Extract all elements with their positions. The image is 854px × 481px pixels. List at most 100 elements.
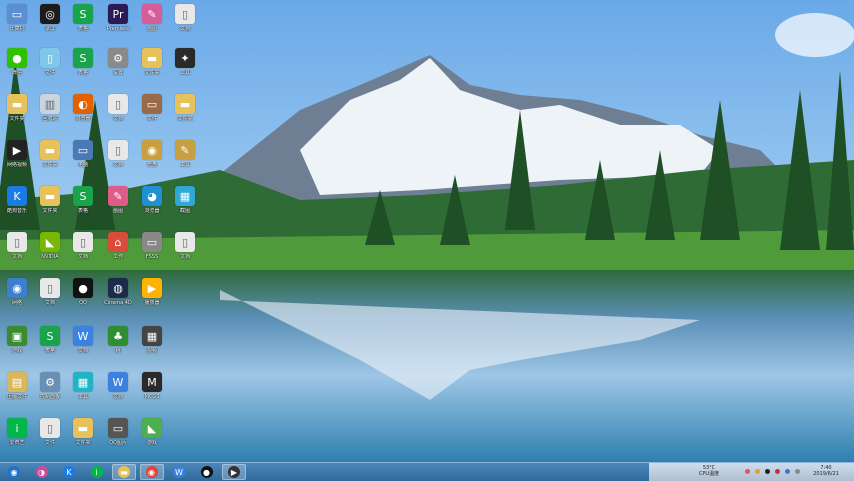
desktop-icon[interactable]: ● 微信 — [0, 48, 34, 76]
desktop-icon[interactable]: ● QQ — [66, 278, 100, 306]
desktop-icon[interactable]: ✦ 工具 — [168, 48, 202, 76]
cinema4d-icon: ◍ — [108, 278, 128, 298]
desktop-icon[interactable]: ◕ 浏览器 — [135, 186, 169, 214]
premiere-icon: Pr — [108, 4, 128, 24]
desktop-icon[interactable]: ◉ 光盘 — [135, 140, 169, 168]
browser-icon: ◕ — [142, 186, 162, 206]
desktop-icon-label: 文件夹 — [144, 70, 160, 76]
desktop-icon[interactable]: ▬ 文件夹 — [0, 94, 34, 122]
folder-icon: ▬ — [142, 48, 162, 68]
settings-icon: ⚙ — [108, 48, 128, 68]
desktop-icon[interactable]: ▥ 回收站 — [33, 94, 67, 122]
desktop-icon[interactable]: ▦ 视频 — [135, 326, 169, 354]
desktop-icon-label: 微信 — [11, 70, 22, 76]
recorder-button[interactable]: ▶ — [222, 464, 246, 480]
document-icon: ▯ — [73, 232, 93, 252]
desktop-icon-label: 文件夹 — [42, 208, 58, 214]
folder-icon: ▬ — [7, 94, 27, 114]
desktop-icon[interactable]: ✎ 工具 — [168, 140, 202, 168]
desktop-icon[interactable]: ▶ 播放器 — [135, 278, 169, 306]
desktop-icon[interactable]: ▣ 游戏 — [0, 326, 34, 354]
tray-status-icon[interactable] — [775, 469, 780, 474]
desktop-icon[interactable]: ▭ 文件 — [135, 94, 169, 122]
desktop-icon-label: 控制面板 — [39, 394, 60, 400]
start-button[interactable]: ◉ — [2, 464, 26, 480]
player-icon: ▶ — [142, 278, 162, 298]
iqiyi-button[interactable]: i — [85, 464, 109, 480]
desktop-icon-label: 视频 — [146, 348, 157, 354]
desktop-icon-label: 文档 — [11, 254, 22, 260]
desktop-icon[interactable]: ▬ 文件夹 — [33, 186, 67, 214]
tray-status-icon[interactable] — [765, 469, 770, 474]
chrome-button[interactable]: ◉ — [139, 464, 164, 480]
desktop-icon[interactable]: ▯ 文件 — [33, 48, 67, 76]
desktop-icon[interactable]: ▬ 文件夹 — [66, 418, 100, 446]
desktop-icon-label: 表格 — [77, 70, 88, 76]
desktop-icon[interactable]: ◐ 浏览器 — [66, 94, 100, 122]
desktop-icon[interactable]: ◉ 网络 — [0, 278, 34, 306]
desktop-icon[interactable]: W 文档 — [66, 326, 100, 354]
desktop-icon[interactable]: S 表格 — [66, 48, 100, 76]
desktop-icon[interactable]: ▯ 文档 — [168, 232, 202, 260]
desktop-icon-label: 回收站 — [42, 116, 58, 122]
desktop-icon[interactable]: ▯ 文档 — [168, 4, 202, 32]
desktop-icon[interactable]: ▬ 文件夹 — [135, 48, 169, 76]
desktop-icon[interactable]: i 爱奇艺 — [0, 418, 34, 446]
desktop-icon[interactable]: ▯ 文档 — [101, 94, 135, 122]
folder-icon: ▬ — [175, 94, 195, 114]
desktop-icon[interactable]: ◣ 游戏 — [135, 418, 169, 446]
tray-status-icon[interactable] — [755, 469, 760, 474]
desktop-icon[interactable]: S 表格 — [66, 4, 100, 32]
desktop-icon[interactable]: ♣ 树 — [101, 326, 135, 354]
desktop-icon[interactable]: ▭ FSSS — [135, 232, 169, 260]
browser-button[interactable]: ◑ — [30, 464, 54, 480]
desktop-icon[interactable]: ⚙ 控制面板 — [33, 372, 67, 400]
desktop-icon-label: 工作 — [112, 254, 123, 260]
desktop-icon[interactable]: K 酷狗音乐 — [0, 186, 34, 214]
desktop-icon[interactable]: ▦ 工具 — [66, 372, 100, 400]
desktop-icon[interactable]: ▯ 文档 — [66, 232, 100, 260]
desktop-icon[interactable]: Pr Premiere — [101, 4, 135, 32]
tray-status-icon[interactable] — [785, 469, 790, 474]
desktop-icon[interactable]: ▬ 文件夹 — [168, 94, 202, 122]
desktop-icon[interactable]: S 表格 — [66, 186, 100, 214]
desktop-icon[interactable]: ◍ Cinema 4D — [101, 278, 135, 306]
desktop-icon[interactable]: ▭ QQ图片 — [101, 418, 135, 446]
desktop-icon[interactable]: ✎ 画图 — [101, 186, 135, 214]
desktop-icon[interactable]: ▯ 文档 — [33, 278, 67, 306]
tray-status-icon[interactable] — [795, 469, 800, 474]
desktop-icon[interactable]: M MCGS — [135, 372, 169, 400]
desktop-icon[interactable]: ▬ 文件夹 — [33, 140, 67, 168]
desktop-icon[interactable]: ✎ 画图 — [135, 4, 169, 32]
recorder-icon: ◎ — [40, 4, 60, 24]
paint-icon: ✎ — [108, 186, 128, 206]
desktop-icon[interactable]: ▯ 文档 — [0, 232, 34, 260]
desktop-icon-label: QQ — [79, 300, 87, 306]
desktop-icon[interactable]: ▭ 电脑 — [66, 140, 100, 168]
kugou-button[interactable]: K — [57, 464, 81, 480]
desktop-icon[interactable]: ◣ NVIDIA — [33, 232, 67, 260]
desktop-icon[interactable]: ⌂ 工作 — [101, 232, 135, 260]
folder-button[interactable]: ▬ — [112, 464, 136, 480]
desktop-icon[interactable]: W 文档 — [101, 372, 135, 400]
word-button[interactable]: W — [167, 464, 191, 480]
tray-status-icon[interactable] — [745, 469, 750, 474]
desktop-icon[interactable]: ▤ 压缩文件 — [0, 372, 34, 400]
spreadsheet-icon: S — [40, 326, 60, 346]
desktop-icon[interactable]: ◎ 录屏 — [33, 4, 67, 32]
desktop-icon[interactable]: ▯ 文档 — [101, 140, 135, 168]
desktop-icon[interactable]: ▶ 网络视频 — [0, 140, 34, 168]
desktop-icon[interactable]: ▭ 计算机 — [0, 4, 34, 32]
cpu-temperature[interactable]: 53°C CPU温度 — [694, 465, 724, 477]
desktop-icon[interactable]: S 表格 — [33, 326, 67, 354]
desktop-icon[interactable]: ▯ 文件 — [33, 418, 67, 446]
video-icon: ▶ — [7, 140, 27, 160]
desktop-icon[interactable]: ⚙ 设置 — [101, 48, 135, 76]
tree-icon: ♣ — [108, 326, 128, 346]
qq-button[interactable]: ● — [195, 464, 219, 480]
desktop-icon-label: 网络 — [11, 300, 22, 306]
clock[interactable]: 7:40 2019/6/21 — [806, 465, 846, 477]
desktop-icon[interactable]: ▦ 截图 — [168, 186, 202, 214]
document-icon: ▯ — [175, 232, 195, 252]
desktop-icon-label: Cinema 4D — [104, 300, 132, 306]
